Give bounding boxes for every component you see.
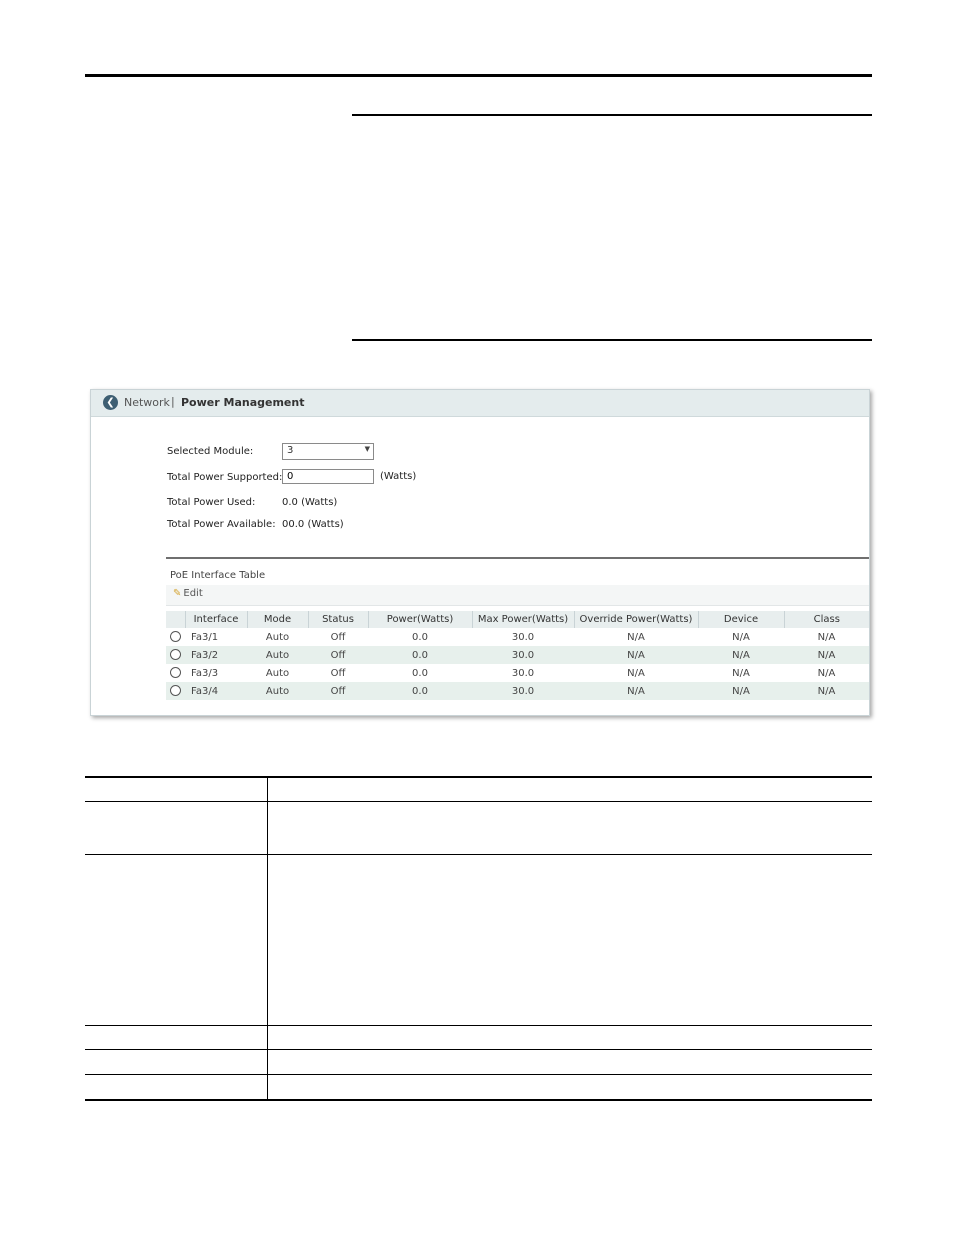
table-cell: Off [308, 646, 368, 664]
doc-table-row-rule [85, 854, 872, 855]
doc-table-top-rule [85, 776, 872, 778]
total-power-supported-unit: (Watts) [380, 471, 417, 482]
table-cell: N/A [698, 682, 784, 700]
table-cell: N/A [817, 631, 836, 643]
total-power-used-value: 0.0 (Watts) [282, 497, 338, 508]
breadcrumb-network-link[interactable]: Network [124, 396, 170, 409]
pencil-icon: ✎ [173, 588, 182, 599]
table-cell: N/A [627, 667, 645, 679]
table-header-row: Interface Mode Status Power(Watts) Max P… [166, 611, 869, 628]
table-cell: N/A [784, 682, 869, 700]
table-cell: Fa3/2 [185, 646, 247, 664]
table-cell: 30.0 [511, 631, 535, 643]
column-header[interactable]: Max Power(Watts) [471, 611, 574, 628]
table-cell: Fa3/1 [191, 631, 219, 643]
table-row[interactable]: Fa3/4 Auto Off 0.0 30.0 N/A N/A N/A [166, 682, 869, 700]
row-select[interactable] [166, 628, 185, 646]
table-row[interactable]: Fa3/1 Auto Off 0.0 30.0 N/A N/A N/A [166, 628, 869, 646]
table-toolbar: ✎ Edit [166, 585, 869, 606]
row-select[interactable] [166, 682, 185, 700]
table-cell: Auto [265, 631, 290, 643]
table-cell: 30.0 [511, 667, 535, 679]
table-cell: Off [330, 667, 346, 679]
table-cell: 0.0 [368, 682, 472, 700]
page-header-rule [85, 74, 872, 77]
doc-table-row-rule [85, 1025, 872, 1026]
column-header[interactable]: Status [307, 611, 368, 628]
page-title: Power Management [181, 396, 305, 409]
table-row[interactable]: Fa3/2 Auto Off 0.0 30.0 N/A N/A N/A [166, 646, 869, 664]
table-cell: Auto [247, 682, 308, 700]
poe-interface-table: Interface Mode Status Power(Watts) Max P… [166, 611, 869, 700]
note-top-rule [352, 114, 872, 116]
select-column-header [166, 611, 185, 628]
section-divider [166, 557, 869, 559]
row-select[interactable] [166, 646, 185, 664]
note-bottom-rule [352, 339, 872, 341]
table-cell: Off [330, 631, 346, 643]
table-cell: N/A [784, 646, 869, 664]
total-power-available-value: 00.0 (Watts) [282, 519, 344, 530]
table-cell: N/A [732, 631, 750, 643]
table-cell: 0.0 [368, 646, 472, 664]
table-row[interactable]: Fa3/3 Auto Off 0.0 30.0 N/A N/A N/A [166, 664, 869, 682]
table-cell: N/A [698, 646, 784, 664]
doc-table-row-rule [85, 1049, 872, 1050]
selected-module-value: 3 [287, 445, 294, 456]
column-header[interactable]: Device [697, 611, 784, 628]
doc-table-header-rule [85, 801, 872, 802]
doc-table-row-rule [85, 1074, 872, 1075]
column-header[interactable]: Interface [184, 611, 247, 628]
table-cell: N/A [817, 667, 836, 679]
total-power-supported-label: Total Power Supported: [167, 472, 283, 483]
doc-table-bottom-rule [85, 1099, 872, 1101]
table-cell: N/A [627, 631, 645, 643]
total-power-supported-input[interactable] [282, 469, 374, 484]
column-header[interactable]: Override Power(Watts) [573, 611, 698, 628]
edit-button-label: Edit [183, 588, 203, 599]
table-cell: Auto [247, 646, 308, 664]
breadcrumb-separator: | [171, 395, 175, 408]
doc-table-column-divider [267, 776, 268, 1100]
poe-table-title: PoE Interface Table [170, 570, 266, 581]
table-cell: 30.0 [472, 646, 574, 664]
column-header[interactable]: Power(Watts) [367, 611, 472, 628]
column-header[interactable]: Class [783, 611, 869, 628]
back-arrow-icon[interactable]: ❮ [103, 395, 118, 410]
power-management-screenshot: ❮ Network | Power Management Selected Mo… [90, 389, 870, 716]
row-select[interactable] [166, 664, 185, 682]
table-cell: Off [308, 682, 368, 700]
selected-module-label: Selected Module: [167, 446, 254, 457]
breadcrumb: ❮ Network | Power Management [91, 390, 869, 417]
table-cell: Auto [265, 667, 290, 679]
total-power-used-label: Total Power Used: [167, 497, 256, 508]
table-cell: N/A [574, 682, 698, 700]
table-cell: 30.0 [472, 682, 574, 700]
column-header[interactable]: Mode [246, 611, 308, 628]
table-cell: 0.0 [412, 667, 428, 679]
selected-module-dropdown[interactable]: 3 ▼ [282, 443, 374, 460]
total-power-available-label: Total Power Available: [167, 519, 276, 530]
radio-button[interactable] [170, 667, 181, 679]
radio-button[interactable] [170, 685, 181, 697]
radio-button[interactable] [170, 649, 181, 661]
table-cell: N/A [732, 667, 750, 679]
table-cell: 0.0 [412, 631, 428, 643]
table-cell: N/A [574, 646, 698, 664]
edit-button[interactable]: ✎ Edit [173, 588, 203, 599]
radio-button[interactable] [170, 631, 181, 643]
caret-down-icon: ▼ [364, 445, 370, 453]
table-cell: Fa3/3 [191, 667, 219, 679]
table-cell: Fa3/4 [185, 682, 247, 700]
